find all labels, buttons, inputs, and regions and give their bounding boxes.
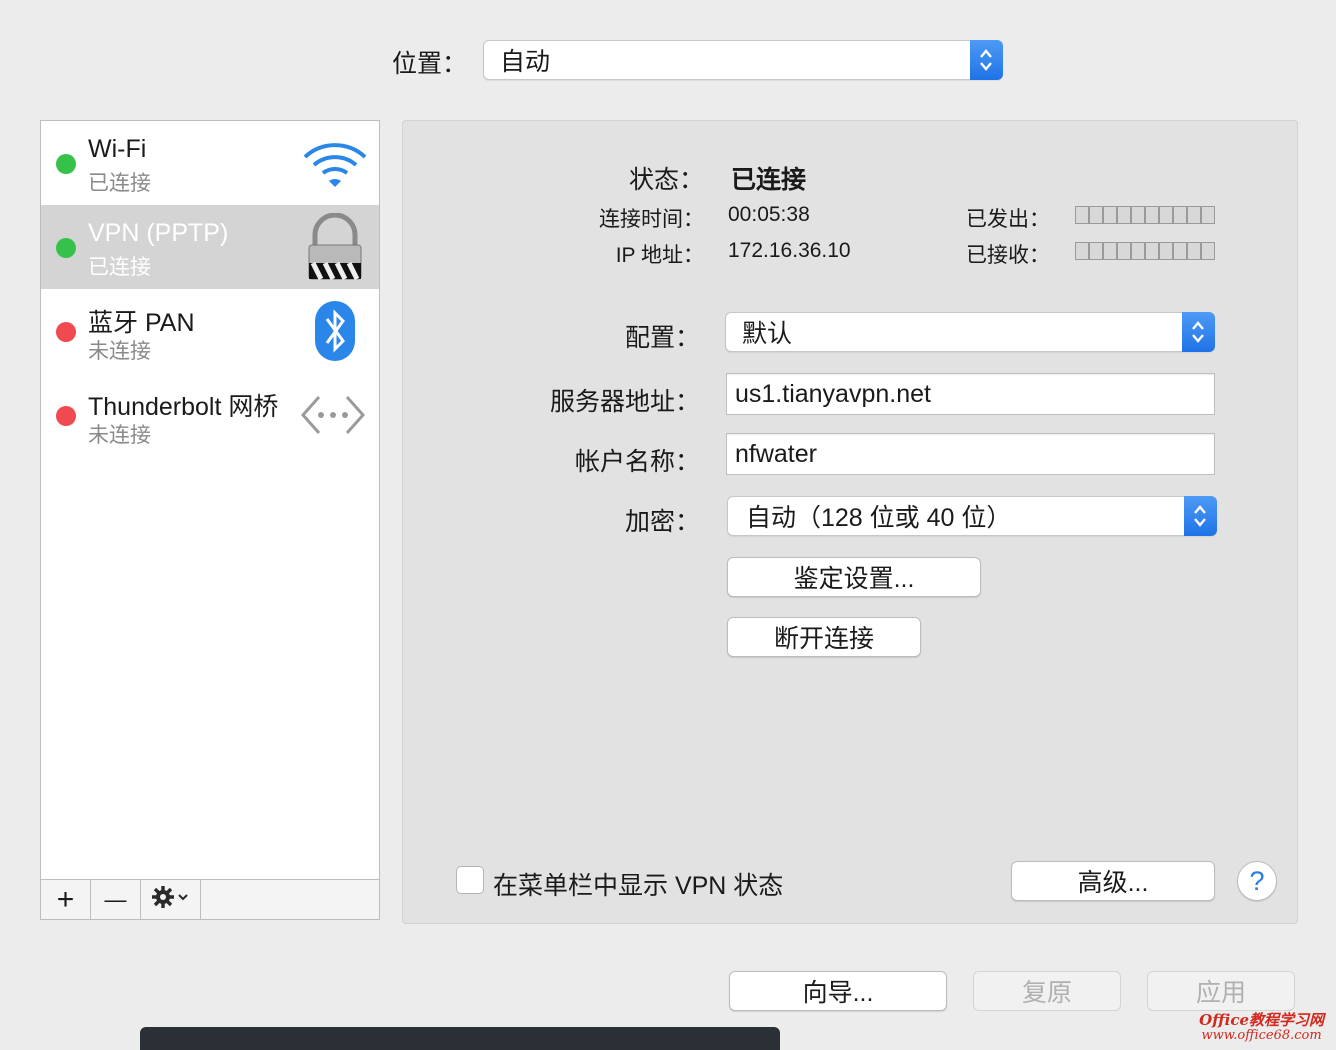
remove-service-button[interactable]: — <box>91 880 141 919</box>
encryption-stepper-icon <box>1184 496 1217 536</box>
service-item-thunderbolt-bridge[interactable]: Thunderbolt 网桥 未连接 <box>41 373 379 457</box>
configuration-popup[interactable]: 默认 <box>725 312 1215 352</box>
advanced-button[interactable]: 高级... <box>1011 861 1215 901</box>
vpn-lock-icon <box>301 212 369 281</box>
service-name: Wi-Fi <box>88 135 147 163</box>
sent-label: 已发出： <box>966 208 1050 231</box>
account-name-field[interactable] <box>726 433 1215 475</box>
service-status: 已连接 <box>88 256 151 279</box>
received-label: 已接收： <box>966 244 1050 267</box>
service-status: 未连接 <box>88 340 151 363</box>
location-stepper-icon <box>970 40 1003 80</box>
status-value: 已连接 <box>731 166 807 194</box>
wifi-icon <box>301 129 369 197</box>
server-address-label: 服务器地址： <box>549 388 700 416</box>
help-button[interactable]: ? <box>1237 861 1277 901</box>
connection-time-value: 00:05:38 <box>728 203 810 226</box>
encryption-value: 自动（128 位或 40 位） <box>746 504 1012 532</box>
bluetooth-icon <box>301 297 369 365</box>
service-item-bluetooth-pan[interactable]: 蓝牙 PAN 未连接 <box>41 289 379 373</box>
watermark-url: www.office68.com <box>1201 1028 1322 1043</box>
sent-meter <box>1075 206 1215 224</box>
service-name: 蓝牙 PAN <box>88 309 195 337</box>
encryption-label: 加密： <box>624 508 700 536</box>
location-value: 自动 <box>500 48 551 76</box>
assist-me-button[interactable]: 向导... <box>729 971 947 1011</box>
service-item-vpn[interactable]: VPN (PPTP) 已连接 <box>41 205 379 289</box>
service-status: 已连接 <box>88 172 151 195</box>
service-name: Thunderbolt 网桥 <box>88 393 279 421</box>
show-vpn-status-checkbox[interactable] <box>456 866 484 894</box>
status-dot-disconnected <box>56 406 76 426</box>
thunderbolt-bridge-icon <box>299 381 367 449</box>
apply-button[interactable]: 应用 <box>1147 971 1295 1011</box>
watermark-title: Office教程学习网 <box>1199 1011 1324 1029</box>
status-label: 状态： <box>628 166 704 194</box>
service-status: 未连接 <box>88 424 151 447</box>
encryption-popup[interactable]: 自动（128 位或 40 位） <box>727 496 1217 536</box>
add-service-button[interactable]: + <box>41 880 91 919</box>
ip-address-label: IP 地址： <box>615 244 704 267</box>
service-name: VPN (PPTP) <box>88 219 229 247</box>
service-list-toolbar: + — <box>41 879 379 919</box>
configuration-stepper-icon <box>1182 312 1215 352</box>
disconnect-button[interactable]: 断开连接 <box>727 617 921 657</box>
background-window-bar <box>140 1027 780 1050</box>
connection-time-label: 连接时间： <box>599 208 704 231</box>
watermark: Office教程学习网 www.office68.com <box>1199 1012 1324 1044</box>
status-dot-disconnected <box>56 322 76 342</box>
configuration-label: 配置： <box>624 324 700 352</box>
service-list: Wi-Fi 已连接 VPN (PPTP) 已连接 蓝牙 PAN 未连接 Thun… <box>40 120 380 920</box>
received-meter <box>1075 242 1215 260</box>
location-popup[interactable]: 自动 <box>483 40 1003 80</box>
server-address-field[interactable] <box>726 373 1215 415</box>
service-item-wifi[interactable]: Wi-Fi 已连接 <box>41 121 379 205</box>
action-menu-button[interactable] <box>141 880 201 919</box>
status-dot-connected <box>56 154 76 174</box>
show-vpn-status-label: 在菜单栏中显示 VPN 状态 <box>493 872 784 900</box>
server-address-input[interactable] <box>727 374 1214 414</box>
account-name-input[interactable] <box>727 434 1214 474</box>
ip-address-value: 172.16.36.10 <box>728 239 851 262</box>
location-label: 位置： <box>392 50 468 78</box>
authentication-settings-button[interactable]: 鉴定设置... <box>727 557 981 597</box>
configuration-value: 默认 <box>742 320 793 348</box>
account-name-label: 帐户名称： <box>574 448 700 476</box>
gear-icon <box>151 885 191 914</box>
status-dot-connected <box>56 238 76 258</box>
revert-button[interactable]: 复原 <box>973 971 1121 1011</box>
